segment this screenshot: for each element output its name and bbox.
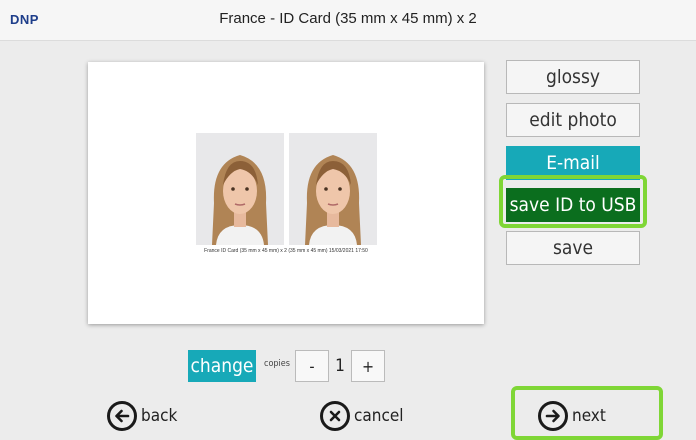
portrait-image [196,133,284,245]
photo-caption: France ID Card (35 mm x 45 mm) x 2 (35 m… [204,248,368,254]
page-title: France - ID Card (35 mm x 45 mm) x 2 [219,10,477,27]
header-bar: DNP France - ID Card (35 mm x 45 mm) x 2 [0,0,696,41]
next-highlight-frame [511,386,663,440]
id-photo-2 [289,133,377,245]
copies-decrement-button[interactable]: - [295,350,329,382]
usb-highlight-frame [499,175,647,228]
back-button[interactable]: back [107,398,177,434]
edit-photo-button[interactable]: edit photo [506,103,640,137]
portrait-image [289,133,377,245]
copies-value: 1 [335,356,345,376]
print-preview: France ID Card (35 mm x 45 mm) x 2 (35 m… [88,62,484,324]
id-photo-1 [196,133,284,245]
back-label: back [141,406,178,426]
arrow-left-icon [107,401,137,431]
copies-increment-button[interactable]: + [351,350,385,382]
cancel-label: cancel [354,406,404,426]
close-icon [320,401,350,431]
glossy-button[interactable]: glossy [506,60,640,94]
copies-label: copies [264,359,290,369]
cancel-button[interactable]: cancel [320,398,404,434]
save-button[interactable]: save [506,231,640,265]
change-button[interactable]: change [188,350,256,382]
